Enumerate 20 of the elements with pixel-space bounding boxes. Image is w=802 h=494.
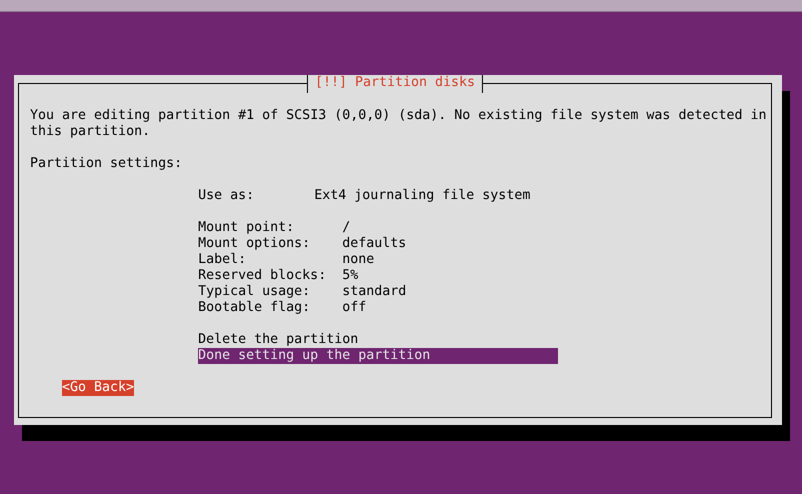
go-back-button[interactable]: <Go Back> (62, 380, 134, 396)
setting-label: Bootable flag: (198, 300, 312, 316)
setting-label: Typical usage: (198, 284, 312, 300)
menu-item[interactable]: Delete the partition (198, 332, 558, 348)
section-heading: Partition settings: (30, 156, 184, 172)
message: You are editing partition #1 of SCSI3 (0,0,0) (sda). No existing file system was detected in this partition. (30, 108, 766, 140)
dialog-title: [!!] Partition disks (306, 75, 484, 93)
setting-label: Label: (198, 252, 248, 268)
setting-value: Ext4 journaling file system (314, 188, 530, 204)
setting-value: none (342, 252, 374, 268)
setting-label: Reserved blocks: (198, 268, 328, 284)
setting-label: Mount point: (198, 220, 296, 236)
setting-value: / (342, 220, 350, 236)
setting-label: Mount options: (198, 236, 312, 252)
menu-item[interactable]: Done setting up the partition (198, 348, 558, 364)
setting-label: Use as: (198, 188, 256, 204)
setting-value: defaults (342, 236, 406, 252)
setting-value: standard (342, 284, 406, 300)
setting-value: 5% (342, 268, 358, 284)
setting-value: off (342, 300, 366, 316)
